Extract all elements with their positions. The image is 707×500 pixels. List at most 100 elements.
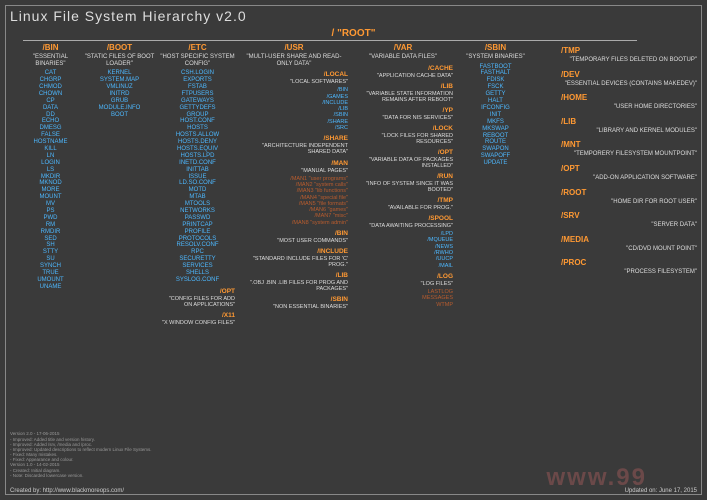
- subdir-items: LASTLOGMESSAGESWTMP: [353, 289, 453, 308]
- dir-items: FASTBOOTFASTHALTFDISKFSCKGETTYHALTIFCONF…: [458, 64, 533, 167]
- subdir-desc: "STANDARD INCLUDE FILES FOR 'C' PROG.": [240, 256, 348, 268]
- subdir: /INCLUDE"STANDARD INCLUDE FILES FOR 'C' …: [240, 248, 348, 268]
- dir-block: /SRV"SERVER DATA": [557, 209, 697, 229]
- version-history: Version 2.0 - 17-06-2015- Improved: Adde…: [10, 431, 152, 478]
- subdir: /LIB".OBJ .BIN .LIB FILES FOR PROG AND P…: [240, 272, 348, 292]
- subdir-header: /SHARE: [240, 135, 348, 142]
- right-column: /TMP"TEMPORARY FILES DELETED ON BOOTUP"/…: [557, 40, 697, 279]
- dir-header: /ROOT: [557, 186, 697, 197]
- dir-header: /PROC: [557, 256, 697, 267]
- subdir-desc: "APPLICATION CACHE DATA": [353, 73, 453, 79]
- dir-column: /USR"MULTI-USER SHARE AND READ-ONLY DATA…: [240, 40, 348, 312]
- root-node: / "ROOT": [332, 28, 376, 39]
- subdir: /CACHE"APPLICATION CACHE DATA": [353, 65, 453, 79]
- subdir: /OPT"VARIABLE DATA OF PACKAGES INSTALLED…: [353, 149, 453, 169]
- subdir-desc: "CONFIG FILES FOR ADD ON APPLICATIONS": [160, 296, 235, 308]
- subdir: /LOG"LOG FILES" LASTLOGMESSAGESWTMP: [353, 273, 453, 308]
- subdir-header: /SBIN: [240, 296, 348, 303]
- subdir: /LOCK"LOCK FILES FOR SHARED RESOURCES": [353, 125, 453, 145]
- subdir-header: /SPOOL: [353, 215, 453, 222]
- subdir-header: /LOG: [353, 273, 453, 280]
- dir-desc: "ADD-ON APPLICATION SOFTWARE": [557, 175, 697, 182]
- dir-header: /SRV: [557, 209, 697, 220]
- subdir: /SBIN"NON ESSENTIAL BINARIES": [240, 296, 348, 310]
- footer-credit: Created by: http://www.blackmoreops.com/: [10, 488, 124, 494]
- subdir-header: /CACHE: [353, 65, 453, 72]
- dir-desc: "TEMPORARY FILES DELETED ON BOOTUP": [557, 57, 697, 64]
- dir-block: /MEDIA"CD/DVD MOUNT POINT": [557, 233, 697, 253]
- dir-header: /BOOT: [83, 40, 156, 52]
- dir-column: /BOOT"STATIC FILES OF BOOT LOADER"KERNEL…: [83, 40, 156, 118]
- dir-items: CSH.LOGINEXPORTSFSTABFTPUSERSGATEWAYSGET…: [160, 70, 235, 284]
- dir-header: /HOME: [557, 91, 697, 102]
- subdir: /SPOOL"DATA AWAITING PROCESSING" /LPD/MQU…: [353, 215, 453, 269]
- subdir: /SHARE"ARCHITECTURE INDEPENDENT SHARED D…: [240, 135, 348, 155]
- subdir: /YP"DATA FOR NIS SERVICES": [353, 107, 453, 121]
- subdir-header: /TMP: [353, 197, 453, 204]
- subdir-header: /INCLUDE: [240, 248, 348, 255]
- subdir: /OPT"CONFIG FILES FOR ADD ON APPLICATION…: [160, 288, 235, 308]
- dir-header: /SBIN: [458, 40, 533, 52]
- subdir-desc: "MOST USER COMMANDS": [240, 238, 348, 244]
- subdir: /LOCAL"LOCAL SOFTWARES" /BIN/GAMES/INCLUD…: [240, 71, 348, 131]
- dir-block: /HOME "USER HOME DIRECTORIES": [557, 91, 697, 111]
- dir-desc: "ESSENTIAL DEVICES (CONTAINS MAKEDEV)": [557, 81, 697, 88]
- dir-items: KERNELSYSTEM.MAPVMLINUZINITRDGRUBMODULE.…: [83, 70, 156, 118]
- dir-block: /TMP "TEMPORARY FILES DELETED ON BOOTUP": [557, 44, 697, 64]
- subdir-desc: "DATA AWAITING PROCESSING": [353, 223, 453, 229]
- dir-desc: "USER HOME DIRECTORIES": [557, 104, 697, 111]
- dir-header: /USR: [240, 40, 348, 52]
- subdir-desc: "NON ESSENTIAL BINARIES": [240, 304, 348, 310]
- dir-header: /BIN: [23, 40, 78, 52]
- subdir-desc: "AVAILABLE FOR PROG.": [353, 205, 453, 211]
- subdir: /BIN"MOST USER COMMANDS": [240, 230, 348, 244]
- dir-column: /VAR"VARIABLE DATA FILES"/CACHE"APPLICAT…: [353, 40, 453, 308]
- subdir-desc: "LOCAL SOFTWARES": [240, 79, 348, 85]
- dir-desc: "LIBRARY AND KERNEL MODULES": [557, 128, 697, 135]
- subdir-desc: "X WINDOW CONFIG FILES": [160, 320, 235, 326]
- dir-desc: "VARIABLE DATA FILES": [353, 54, 453, 61]
- subdir-items: /LPD/MQUEUE/NEWS/RWHO/UUCP/MAIL: [353, 231, 453, 269]
- subdir-header: /YP: [353, 107, 453, 114]
- dir-block: /PROC "PROCESS FILESYSTEM": [557, 256, 697, 276]
- dir-header: /TMP: [557, 44, 697, 55]
- subdir-desc: "MANUAL PAGES": [240, 168, 348, 174]
- subdir-header: /OPT: [160, 288, 235, 295]
- dir-desc: "CD/DVD MOUNT POINT": [557, 246, 697, 253]
- subdir-items: /BIN/GAMES/INCLUDE/LIB/SBIN/SHARE/SRC: [240, 87, 348, 131]
- subdir-header: /X11: [160, 312, 235, 319]
- subdir: /X11"X WINDOW CONFIG FILES": [160, 312, 235, 326]
- dir-block: /LIB "LIBRARY AND KERNEL MODULES": [557, 115, 697, 135]
- subdir-desc: ".OBJ .BIN .LIB FILES FOR PROG AND PACKA…: [240, 280, 348, 292]
- dir-desc: "SYSTEM BINARIES": [458, 54, 533, 61]
- dir-block: /DEV"ESSENTIAL DEVICES (CONTAINS MAKEDEV…: [557, 68, 697, 88]
- diagram-canvas: /BIN "ESSENTIAL BINARIES" CATCHGRPCHMODCHO…: [8, 40, 699, 475]
- subdir-header: /LOCK: [353, 125, 453, 132]
- dir-block: /OPT "ADD-ON APPLICATION SOFTWARE": [557, 162, 697, 182]
- subdir-desc: "LOG FILES": [353, 281, 453, 287]
- subdir: /TMP"AVAILABLE FOR PROG.": [353, 197, 453, 211]
- subdir: /MAN"MANUAL PAGES" /MAN1 "user programs"/…: [240, 160, 348, 227]
- dir-header: /OPT: [557, 162, 697, 173]
- dir-block: /MNT"TEMPORERY FILESYSTEM MOUNTPOINT": [557, 138, 697, 158]
- dir-desc: "ESSENTIAL BINARIES": [23, 54, 78, 67]
- subdir-desc: "DATA FOR NIS SERVICES": [353, 115, 453, 121]
- subdir-items: /MAN1 "user programs"/MAN2 "system calls…: [240, 176, 348, 227]
- dir-desc: "TEMPORERY FILESYSTEM MOUNTPOINT": [557, 151, 697, 158]
- dir-items: CATCHGRPCHMODCHOWNCPDATADDECHODMESGFALSE…: [23, 70, 78, 291]
- dir-desc: "HOST SPECIFIC SYSTEM CONFIG": [160, 54, 235, 67]
- dir-header: /ETC: [160, 40, 235, 52]
- dir-desc: "HOME DIR FOR ROOT USER": [557, 199, 697, 206]
- subdir-desc: "VARIABLE DATA OF PACKAGES INSTALLED": [353, 157, 453, 169]
- dir-header: /LIB: [557, 115, 697, 126]
- subdir-header: /LIB: [353, 83, 453, 90]
- dir-column: /ETC "HOST SPECIFIC SYSTEM CONFIG" CSH.LOG…: [160, 40, 235, 328]
- dir-desc: "PROCESS FILESYSTEM": [557, 269, 697, 276]
- subdir: /RUN"INFO OF SYSTEM SINCE IT WAS BOOTED": [353, 173, 453, 193]
- subdir-desc: "ARCHITECTURE INDEPENDENT SHARED DATA": [240, 143, 348, 155]
- subdir-header: /OPT: [353, 149, 453, 156]
- subdir-header: /MAN: [240, 160, 348, 167]
- subdir-header: /BIN: [240, 230, 348, 237]
- dir-column: /BIN "ESSENTIAL BINARIES" CATCHGRPCHMODCHO…: [23, 40, 78, 291]
- subdir-header: /LOCAL: [240, 71, 348, 78]
